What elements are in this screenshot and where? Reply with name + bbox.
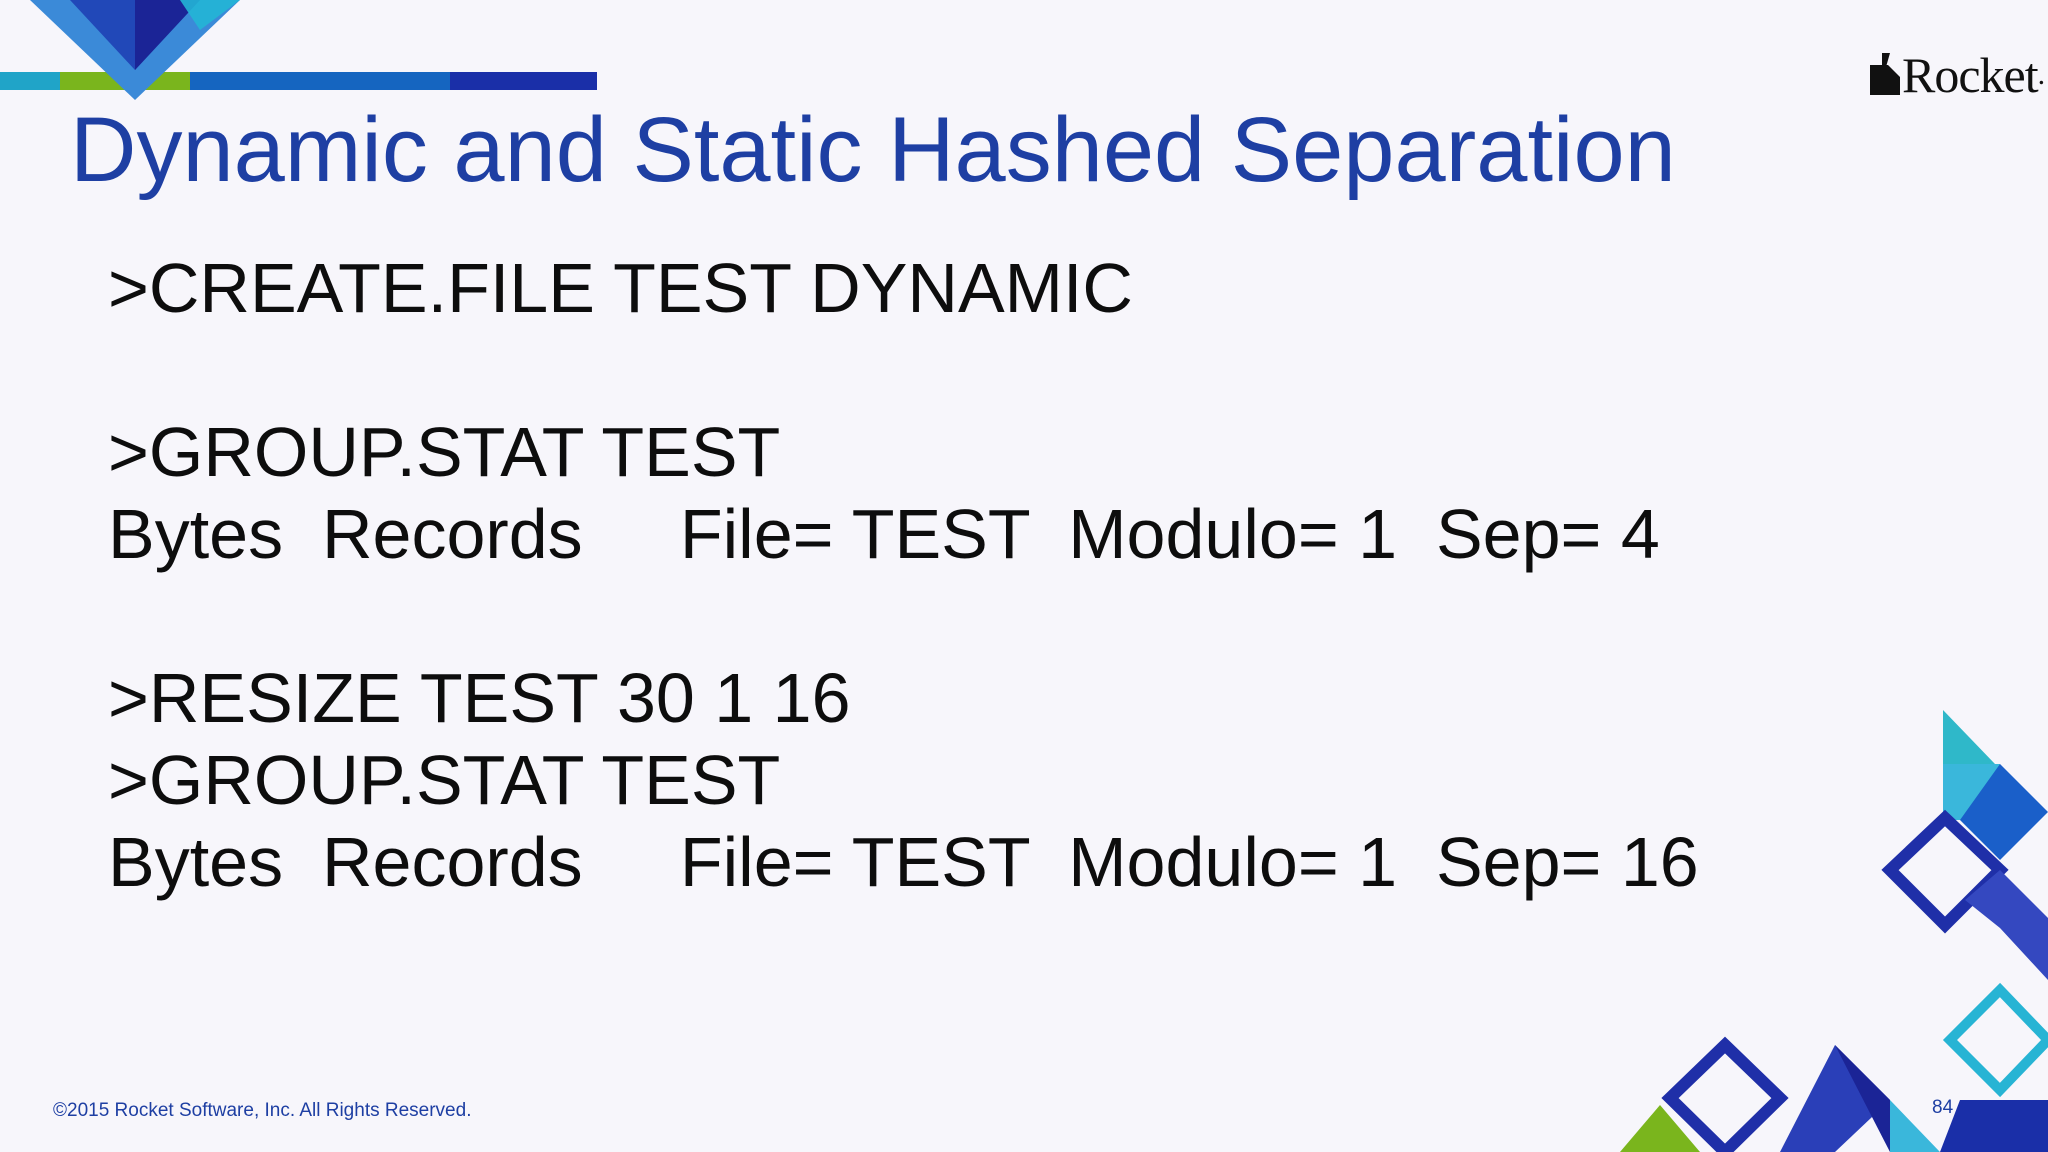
rocket-logo: Rocket. [1868,46,2045,104]
command-line-groupstat-2: >GROUP.STAT TEST [108,741,781,819]
command-line-groupstat-1: >GROUP.STAT TEST [108,413,781,491]
slide-title: Dynamic and Static Hashed Separation [70,99,1676,201]
top-left-decoration [0,0,597,100]
page-number: 84 [1932,1097,1954,1118]
output-line-sep-4: Bytes Records File= TEST Modulo= 1 Sep= … [108,495,1660,573]
command-line-resize: >RESIZE TEST 30 1 16 [108,659,851,737]
logo-dot: . [2037,58,2046,91]
logo-text: Rocket [1902,47,2039,103]
output-line-sep-16: Bytes Records File= TEST Modulo= 1 Sep= … [108,823,1699,901]
copyright-footer: ©2015 Rocket Software, Inc. All Rights R… [53,1100,472,1121]
command-line-create: >CREATE.FILE TEST DYNAMIC [108,249,1133,327]
rocket-logo-icon [1870,53,1900,95]
